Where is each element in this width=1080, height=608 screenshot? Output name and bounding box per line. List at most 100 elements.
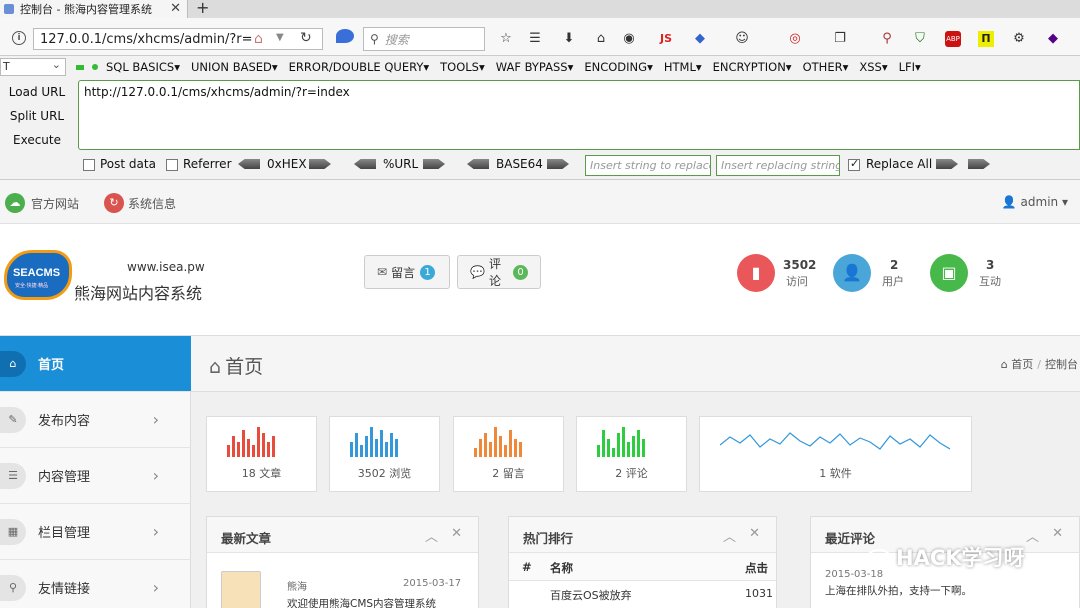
sidebar-item-columns[interactable]: ▦ 栏目管理 › xyxy=(0,504,191,560)
browser-tab[interactable]: 控制台 - 熊海内容管理系统 ✕ xyxy=(0,0,188,18)
hackbar-url-field[interactable]: http://127.0.0.1/cms/xhcms/admin/?r=inde… xyxy=(78,80,1080,150)
referrer-checkbox[interactable] xyxy=(166,159,178,171)
settings-icon[interactable]: ⚙ xyxy=(1011,31,1027,47)
menu-other[interactable]: OTHER▾ xyxy=(803,60,849,74)
menu-sql-basics[interactable]: SQL BASICS▾ xyxy=(106,60,180,74)
chevron-up-icon[interactable]: ︿ xyxy=(723,526,736,545)
panel-title: 最新文章 xyxy=(221,531,272,546)
mini-bar xyxy=(494,427,497,457)
site-info-icon[interactable]: i xyxy=(12,31,26,45)
chevron-up-icon[interactable]: ︿ xyxy=(425,526,438,545)
pages-icon[interactable]: ❐ xyxy=(832,31,848,47)
article-title[interactable]: 欢迎使用熊海CMS内容管理系统 xyxy=(287,596,436,608)
mini-bar xyxy=(617,433,620,457)
bookmark-icon[interactable] xyxy=(336,29,354,43)
hex-decode-icon[interactable] xyxy=(238,159,260,169)
close-icon[interactable]: ✕ xyxy=(1052,526,1063,541)
post-data-checkbox[interactable] xyxy=(83,159,95,171)
menu-xss[interactable]: XSS▾ xyxy=(859,60,887,74)
base64-encode-icon[interactable] xyxy=(547,159,569,169)
stat-box-messages[interactable]: 2 留言 xyxy=(453,416,564,492)
star-icon[interactable]: ☆ xyxy=(498,31,514,47)
mini-bar xyxy=(607,439,610,457)
official-site-link[interactable]: 官方网站 xyxy=(31,195,79,212)
avatar xyxy=(221,571,261,608)
hex-encode-icon[interactable] xyxy=(309,159,331,169)
comments-button[interactable]: 💬 评论 0 xyxy=(457,255,541,289)
stat-box-views[interactable]: 3502 浏览 xyxy=(329,416,440,492)
col-clicks: 点击 xyxy=(745,561,768,575)
chevron-up-icon[interactable]: ︿ xyxy=(1026,526,1039,545)
replace-input[interactable]: Insert string to replace xyxy=(585,155,711,176)
base64-decode-icon[interactable] xyxy=(467,159,489,169)
user-circle-icon: 👤 xyxy=(833,254,871,292)
envelope-icon: ✉ xyxy=(377,265,388,279)
mini-bar xyxy=(479,439,482,457)
messages-label: 留言 xyxy=(391,265,416,280)
globe-icon[interactable]: ◉ xyxy=(621,31,637,47)
site-name: 熊海网站内容系统 xyxy=(74,284,203,303)
home-icon[interactable]: ⌂ xyxy=(254,31,263,47)
adblock-icon[interactable]: ABP xyxy=(945,31,961,47)
chevron-right-icon: › xyxy=(152,466,159,485)
sidebar-item-publish[interactable]: ✎ 发布内容 › xyxy=(0,392,191,448)
sidebar-item-content[interactable]: ☰ 内容管理 › xyxy=(0,448,191,504)
menu-encoding[interactable]: ENCODING▾ xyxy=(584,60,652,74)
hackbar-options: Post data Referrer 0xHEX %URL BASE64 Ins… xyxy=(0,154,1080,176)
sidebar-item-home[interactable]: ⌂ 首页 xyxy=(0,336,191,392)
minus-icon[interactable] xyxy=(76,64,84,70)
load-url-button[interactable]: Load URL xyxy=(0,80,74,104)
search-input[interactable]: ⚲ 搜索 xyxy=(363,27,485,51)
row-name[interactable]: 百度云OS被放弃 xyxy=(550,587,632,603)
home-icon: ⌂ xyxy=(209,356,222,378)
breadcrumb-home[interactable]: 首页 xyxy=(1011,358,1033,371)
stat-box-software[interactable]: 1 软件 xyxy=(699,416,972,492)
address-bar[interactable]: 127.0.0.1/cms/xhcms/admin/?r=ir ⌂ ▼ ↻ xyxy=(33,28,323,50)
gem-icon[interactable]: ◆ xyxy=(1045,31,1061,47)
stat-box-comments[interactable]: 2 评论 xyxy=(576,416,687,492)
menu-union-based[interactable]: UNION BASED▾ xyxy=(191,60,278,74)
close-icon[interactable]: ✕ xyxy=(749,526,760,541)
menu-encryption[interactable]: ENCRYPTION▾ xyxy=(713,60,792,74)
proxy-icon[interactable]: Π xyxy=(978,31,994,47)
sidebar-item-links[interactable]: ⚲ 友情链接 › xyxy=(0,560,191,608)
dropdown-icon[interactable]: ▼ xyxy=(276,32,284,43)
execute-button[interactable]: Execute xyxy=(0,128,74,152)
js-icon[interactable]: JS xyxy=(656,31,676,47)
stat-box-articles[interactable]: 18 文章 xyxy=(206,416,317,492)
split-url-button[interactable]: Split URL xyxy=(0,104,74,128)
hackbar-select[interactable]: T xyxy=(0,57,66,76)
menu-waf-bypass[interactable]: WAF BYPASS▾ xyxy=(496,60,574,74)
hackbar-actions: Load URL Split URL Execute xyxy=(0,80,78,152)
download-icon[interactable]: ⬇ xyxy=(561,31,577,47)
chevron-right-icon: › xyxy=(152,410,159,429)
replace-right-icon[interactable] xyxy=(936,159,958,169)
new-tab-icon[interactable]: + xyxy=(196,0,209,17)
zoom-icon[interactable]: ⚲ xyxy=(879,31,895,47)
url-decode-icon[interactable] xyxy=(354,159,376,169)
plus-icon[interactable] xyxy=(92,64,98,70)
menu-error-double-query[interactable]: ERROR/DOUBLE QUERY▾ xyxy=(289,60,430,74)
reload-icon[interactable]: ↻ xyxy=(300,30,312,46)
extension-icon[interactable]: ◆ xyxy=(692,31,708,47)
menu-lfi[interactable]: LFI▾ xyxy=(899,60,921,74)
reading-list-icon[interactable]: ☰ xyxy=(527,31,543,47)
menu-tools[interactable]: TOOLS▾ xyxy=(440,60,485,74)
system-info-link[interactable]: 系统信息 xyxy=(128,195,176,212)
home-button-icon[interactable]: ⌂ xyxy=(593,31,609,47)
table-row[interactable]: 百度云OS被放弃 1031 xyxy=(509,581,776,607)
user-menu[interactable]: 👤 admin ▾ xyxy=(1002,195,1068,209)
messages-button[interactable]: ✉ 留言 1 xyxy=(364,255,450,289)
replace-all-checkbox[interactable] xyxy=(848,157,860,171)
site-logo[interactable]: SEACMS 安全·快捷·精品 xyxy=(4,250,72,300)
logo-subtext: 安全·快捷·精品 xyxy=(15,283,49,289)
replace-all-icon[interactable] xyxy=(968,159,990,169)
shield-icon[interactable]: ◎ xyxy=(787,31,803,47)
palette-icon[interactable]: ☺ xyxy=(734,31,750,47)
replacing-input[interactable]: Insert replacing string xyxy=(716,155,840,176)
close-icon[interactable]: ✕ xyxy=(451,526,462,541)
noscript-icon[interactable]: ⛉ xyxy=(912,31,928,47)
menu-html[interactable]: HTML▾ xyxy=(664,60,702,74)
close-icon[interactable]: ✕ xyxy=(170,1,181,16)
url-encode-icon[interactable] xyxy=(423,159,445,169)
